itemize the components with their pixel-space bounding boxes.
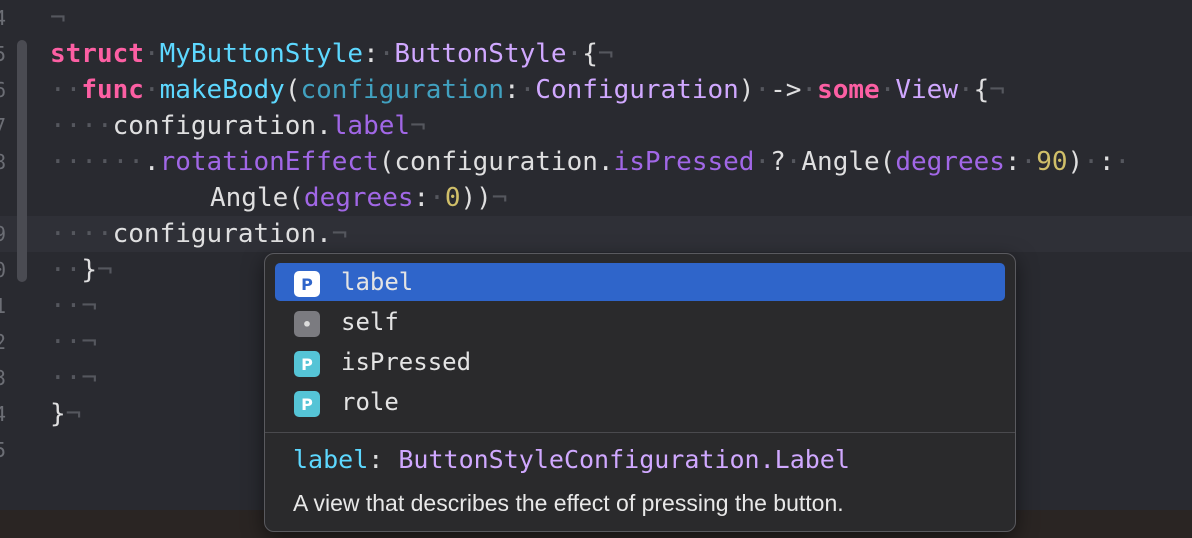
keyword: func bbox=[81, 75, 144, 105]
completion-popup[interactable]: P label • self P isPressed P role label:… bbox=[264, 253, 1016, 532]
code-line: ······.rotationEffect(configuration.isPr… bbox=[50, 147, 1131, 177]
line-number: 9 bbox=[0, 222, 7, 246]
code-line-wrapped: Angle(degrees:·0))¬ bbox=[210, 183, 508, 213]
line-number: 5 bbox=[0, 42, 7, 66]
completion-description: A view that describes the effect of pres… bbox=[293, 490, 844, 516]
code-line: ··¬ bbox=[50, 291, 97, 321]
return-marker: ¬ bbox=[81, 363, 97, 393]
return-marker: ¬ bbox=[491, 183, 508, 213]
line-number: 0 bbox=[0, 258, 7, 282]
return-marker: ¬ bbox=[81, 327, 97, 357]
change-bar bbox=[17, 40, 27, 282]
protocol-name: ButtonStyle bbox=[394, 39, 567, 69]
return-marker: ¬ bbox=[331, 219, 348, 249]
line-number: 4 bbox=[0, 6, 7, 30]
line-number: 2 bbox=[0, 330, 7, 354]
property-name: isPressed bbox=[613, 147, 755, 177]
method-name: rotationEffect bbox=[159, 147, 379, 177]
completion-item-text: isPressed bbox=[341, 348, 472, 376]
return-marker: ¬ bbox=[50, 3, 66, 33]
code-line: ··¬ bbox=[50, 327, 97, 357]
completion-item-text: role bbox=[341, 388, 399, 416]
completion-item-ispressed[interactable]: P isPressed bbox=[275, 343, 1005, 381]
code-line-current: ····configuration.¬ bbox=[50, 219, 348, 249]
type-name: MyButtonStyle bbox=[159, 39, 364, 69]
line-number: 4 bbox=[0, 402, 7, 426]
property-icon: P bbox=[294, 351, 320, 377]
line-number: 3 bbox=[0, 366, 7, 390]
line-number: 1 bbox=[0, 294, 7, 318]
number-literal: 0 bbox=[444, 183, 461, 213]
return-marker: ¬ bbox=[96, 255, 113, 285]
function-name: makeBody bbox=[159, 75, 285, 105]
code-line: struct·MyButtonStyle:·ButtonStyle·{¬ bbox=[50, 39, 614, 69]
completion-item-text: self bbox=[341, 308, 399, 336]
divider bbox=[265, 432, 1015, 433]
keyword: struct bbox=[50, 39, 144, 69]
code-line: }¬ bbox=[50, 399, 82, 429]
line-number: 7 bbox=[0, 114, 7, 138]
code-line: ··func·makeBody(configuration:·Configura… bbox=[50, 75, 1005, 105]
number-literal: 90 bbox=[1036, 147, 1068, 177]
return-marker: ¬ bbox=[597, 39, 614, 69]
return-marker: ¬ bbox=[81, 291, 97, 321]
property-name: label bbox=[331, 111, 411, 141]
line-number: 5 bbox=[0, 438, 7, 462]
completion-item-role[interactable]: P role bbox=[275, 383, 1005, 421]
code-line: ¬ bbox=[50, 0, 66, 36]
code-line: ··¬ bbox=[50, 363, 97, 393]
code-line: ··}¬ bbox=[50, 255, 113, 285]
value-icon: • bbox=[294, 311, 320, 337]
line-number: 8 bbox=[0, 150, 7, 174]
completion-item-text: label bbox=[341, 268, 414, 296]
code-line: ····configuration.label¬ bbox=[50, 111, 426, 141]
typed-text: configuration. bbox=[112, 219, 332, 249]
return-marker: ¬ bbox=[989, 75, 1005, 105]
return-marker: ¬ bbox=[65, 399, 82, 429]
completion-item-label[interactable]: P label bbox=[275, 263, 1005, 301]
property-icon: P bbox=[294, 391, 320, 417]
return-marker: ¬ bbox=[410, 111, 426, 141]
completion-signature: label: ButtonStyleConfiguration.Label bbox=[293, 445, 850, 474]
line-number: 6 bbox=[0, 78, 7, 102]
completion-item-self[interactable]: • self bbox=[275, 303, 1005, 341]
parameter-name: configuration bbox=[300, 75, 504, 105]
property-icon: P bbox=[294, 271, 320, 297]
